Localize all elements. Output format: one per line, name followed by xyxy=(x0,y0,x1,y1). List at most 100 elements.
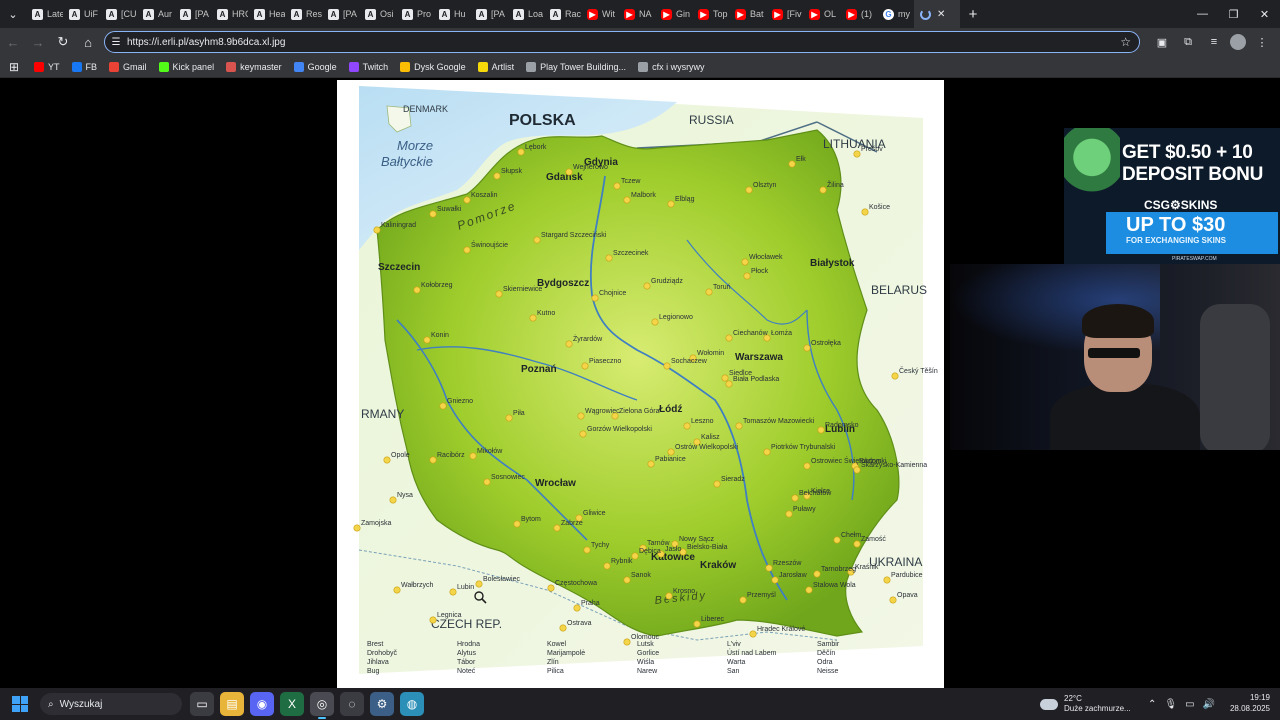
bookmark-star-icon[interactable]: ☆ xyxy=(1120,35,1131,49)
map-title: POLSKA xyxy=(509,112,576,129)
back-arrow-icon[interactable]: ← xyxy=(1,30,25,54)
ad-banner[interactable]: GET $0.50 + 10 DEPOSIT BONU CSG⚙SKINS UP… xyxy=(1064,128,1280,264)
browser-tab[interactable]: A UiF xyxy=(63,0,100,28)
bookmark-item[interactable]: Kick panel xyxy=(153,61,221,72)
browser-tab[interactable]: ▶ OL xyxy=(803,0,840,28)
bookmark-item[interactable]: cfx i wysrywy xyxy=(632,61,711,72)
restore-icon[interactable]: ❐ xyxy=(1218,0,1249,28)
media-controls-icon[interactable]: ≡ xyxy=(1204,32,1224,52)
ad-offer-sub: FOR EXCHANGING SKINS xyxy=(1126,236,1227,245)
webcam-overlay xyxy=(950,264,1280,450)
city-label: Piła xyxy=(513,410,525,417)
city-label: Płock xyxy=(751,268,769,275)
browser-tab[interactable]: Gmy xyxy=(877,0,914,28)
system-clock[interactable]: 19:19 28.08.2025 xyxy=(1230,692,1270,714)
close-window-icon[interactable]: ✕ xyxy=(1249,0,1280,28)
cloud-icon xyxy=(1040,698,1058,710)
map-image[interactable]: POLSKA Morze Bałtyckie Pomorze Beskidy D… xyxy=(337,80,944,688)
bookmark-item[interactable]: YT xyxy=(28,61,66,72)
extensions-puzzle-icon[interactable]: ⧉ xyxy=(1178,32,1198,52)
forward-arrow-icon[interactable]: → xyxy=(26,30,50,54)
new-tab-plus-icon[interactable]: + xyxy=(960,0,986,28)
tray-chevron-icon[interactable]: ⌃ xyxy=(1148,699,1156,710)
browser-tab[interactable]: ▶ Gin xyxy=(655,0,692,28)
city-label: Kutno xyxy=(537,310,555,317)
browser-tab[interactable]: A Rac xyxy=(544,0,581,28)
profile-avatar[interactable] xyxy=(1230,34,1246,50)
bookmark-item[interactable]: Twitch xyxy=(343,61,395,72)
city-dot xyxy=(583,546,591,554)
browser-tab[interactable]: A [PA xyxy=(174,0,211,28)
settings-gear-icon[interactable]: ⚙ xyxy=(370,692,394,716)
bookmark-item[interactable]: Artlist xyxy=(472,61,521,72)
task-view-icon[interactable]: ▭ xyxy=(190,692,214,716)
tab-close-icon[interactable]: ✕ xyxy=(937,9,945,20)
start-button[interactable] xyxy=(0,688,40,720)
extension-icon[interactable]: ▣ xyxy=(1152,32,1172,52)
browser-tab[interactable]: A HRC xyxy=(211,0,248,28)
browser-tab[interactable]: ▶ Bat xyxy=(729,0,766,28)
city-label: Bielsko-Biała xyxy=(687,544,728,551)
site-info-icon[interactable]: ☰ xyxy=(105,37,127,48)
minimize-icon[interactable]: — xyxy=(1187,0,1218,28)
city-label: L'viv xyxy=(727,641,741,648)
city-label: Ełk xyxy=(796,156,806,163)
active-tab[interactable]: ✕ xyxy=(914,0,960,28)
browser-tab[interactable]: A Hu xyxy=(433,0,470,28)
bookmark-favicon-icon xyxy=(34,61,44,72)
menu-kebab-icon[interactable]: ⋮ xyxy=(1252,32,1272,52)
tab-search-chevron-icon[interactable]: ⌄ xyxy=(0,0,26,28)
bookmark-item[interactable]: FB xyxy=(66,61,104,72)
browser-tab[interactable]: ▶ NA xyxy=(618,0,655,28)
bookmark-item[interactable]: Google xyxy=(288,61,343,72)
city-label: Bug xyxy=(367,668,380,675)
browser-tab[interactable]: ▶ Top xyxy=(692,0,729,28)
obs-icon[interactable]: ◌ xyxy=(340,692,364,716)
browser-tab[interactable]: ▶ [Fiv xyxy=(766,0,803,28)
page-favicon-icon: A xyxy=(291,8,302,20)
ad-offer-title: UP TO $30 xyxy=(1126,214,1226,236)
bookmark-item[interactable]: Play Tower Building... xyxy=(520,61,632,72)
youtube-favicon-icon: ▶ xyxy=(846,8,857,20)
browser-tab[interactable]: A Hea xyxy=(248,0,285,28)
volume-icon[interactable]: 🔊 xyxy=(1203,699,1215,710)
browser-tab[interactable]: A Loa xyxy=(507,0,544,28)
weather-widget[interactable]: 22°C Duże zachmurze... xyxy=(1040,688,1131,720)
browser-tab[interactable]: A [PA xyxy=(322,0,359,28)
browser-tab[interactable]: A Aur xyxy=(137,0,174,28)
file-explorer-icon[interactable]: ▤ xyxy=(220,692,244,716)
city-dot xyxy=(725,380,733,388)
country-denmark: DENMARK xyxy=(403,104,448,114)
bookmark-item[interactable]: Dysk Google xyxy=(394,61,472,72)
discord-icon[interactable]: ◉ xyxy=(250,692,274,716)
browser-toolbar: ← → ↻ ⌂ ☰ https://i.erli.pl/asyhm8.9b6dc… xyxy=(0,28,1280,56)
browser-tab[interactable]: ▶ (1) xyxy=(840,0,877,28)
url-text[interactable]: https://i.erli.pl/asyhm8.9b6dca.xl.jpg xyxy=(127,37,285,48)
browser-tab[interactable]: A Pro xyxy=(396,0,433,28)
bookmark-item[interactable]: keymaster xyxy=(220,61,288,72)
browser-tab[interactable]: A Osi xyxy=(359,0,396,28)
browser-tab[interactable]: A [CU xyxy=(100,0,137,28)
globe-app-icon[interactable]: ◍ xyxy=(400,692,424,716)
city-label: Ostrołęka xyxy=(811,340,841,347)
address-bar[interactable]: ☰ https://i.erli.pl/asyhm8.9b6dca.xl.jpg… xyxy=(104,31,1140,53)
city-label: Biała Podlaska xyxy=(733,376,779,383)
microphone-icon[interactable]: 🎙 xyxy=(1164,699,1177,710)
city-dot xyxy=(631,552,639,560)
browser-tab[interactable]: ▶ Wit xyxy=(581,0,618,28)
reload-icon[interactable]: ↻ xyxy=(51,30,75,54)
tab-title: Bat xyxy=(750,9,764,19)
browser-tab[interactable]: A Res xyxy=(285,0,322,28)
youtube-favicon-icon: ▶ xyxy=(661,8,672,20)
home-icon[interactable]: ⌂ xyxy=(76,30,100,54)
excel-icon[interactable]: X xyxy=(280,692,304,716)
ad-offer-banner: UP TO $30 FOR EXCHANGING SKINS xyxy=(1106,212,1278,254)
chrome-icon[interactable]: ◎ xyxy=(310,692,334,719)
network-icon[interactable]: ▭ xyxy=(1185,699,1194,710)
bookmark-item[interactable]: Gmail xyxy=(103,61,153,72)
taskbar-search[interactable]: ⌕ Wyszukaj xyxy=(40,693,182,715)
browser-tab[interactable]: A Late xyxy=(26,0,63,28)
browser-tab[interactable]: A [PA xyxy=(470,0,507,28)
city-dot xyxy=(765,564,773,572)
apps-grid-icon[interactable]: ⊞ xyxy=(0,60,28,74)
